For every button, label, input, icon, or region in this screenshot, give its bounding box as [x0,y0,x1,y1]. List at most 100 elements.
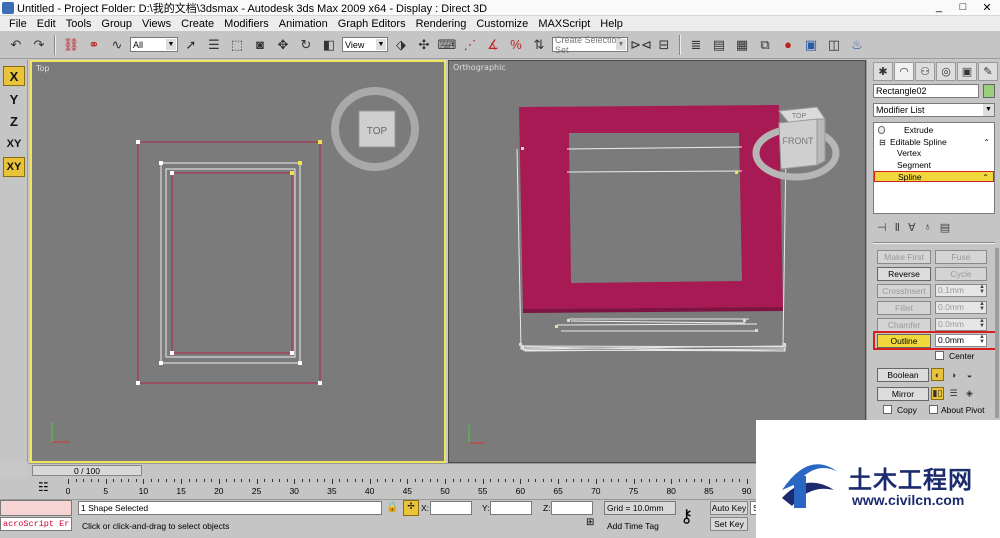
inner-spline[interactable] [171,172,293,354]
maximize-button[interactable]: □ [952,0,974,14]
mirror-horizontal-icon[interactable]: ▮▯ [931,387,944,400]
cross-insert-button[interactable]: CrossInsert [877,284,931,298]
center-checkbox[interactable] [935,351,944,360]
rotate-icon[interactable]: ↻ [296,35,316,55]
stack-item-vertex[interactable]: Vertex [874,148,994,159]
hierarchy-tab-icon[interactable]: ⚇ [915,62,935,81]
menu-animation[interactable]: Animation [274,18,333,30]
lock-icon[interactable]: 🔒 [386,502,398,513]
selected-spline-outer[interactable] [160,162,301,364]
mirror-button[interactable]: Mirror [877,387,929,401]
bind-space-warp-icon[interactable]: ∿ [107,35,127,55]
select-object-icon[interactable]: ➚ [181,35,201,55]
menu-file[interactable]: File [4,18,32,30]
undo-icon[interactable]: ↶ [6,35,26,55]
menu-group[interactable]: Group [96,18,137,30]
menu-modifiers[interactable]: Modifiers [219,18,274,30]
key-icon[interactable]: ⚷ [680,506,693,527]
keyboard-shortcut-icon[interactable]: ⌨ [437,35,457,55]
copy-checkbox[interactable] [883,405,892,414]
make-unique-icon[interactable]: ∀ [908,221,916,234]
viewcube[interactable]: TOP [331,87,419,171]
boolean-subtract-icon[interactable]: ◑ [947,368,960,381]
spinner-arrows-icon[interactable]: ▲ ▼ [978,301,986,313]
align-icon[interactable]: ⊟ [654,35,674,55]
chamfer-spinner[interactable]: 0.0mm ▲ ▼ [935,318,987,331]
outline-spinner[interactable]: 0.0mm ▲ ▼ [935,334,987,347]
add-time-tag[interactable]: Add Time Tag [607,521,659,531]
about-pivot-checkbox[interactable] [929,405,938,414]
spinner-arrows-icon[interactable]: ▲ ▼ [978,318,986,330]
scale-icon[interactable]: ◧ [319,35,339,55]
select-link-icon[interactable]: ⛓ [61,35,81,55]
stack-item-spline[interactable]: Spline ⌃ [874,171,994,182]
redo-icon[interactable]: ↷ [29,35,49,55]
make-first-button[interactable]: Make First [877,250,931,264]
snaps-toggle-icon[interactable]: ⋰ [460,35,480,55]
pin-stack-icon[interactable]: ⊣ [877,221,887,234]
stack-item-segment[interactable]: Segment [874,160,994,171]
boolean-union-icon[interactable]: ◐ [931,368,944,381]
spinner-arrows-icon[interactable]: ▲ ▼ [978,334,986,346]
graphite-icon[interactable]: ▤ [709,35,729,55]
cycle-button[interactable]: Cycle [935,267,987,281]
menu-tools[interactable]: Tools [61,18,97,30]
axis-y-button[interactable]: Y [3,89,25,109]
absolute-mode-icon[interactable]: ✢ [403,500,419,516]
outer-spline[interactable] [137,141,321,384]
selection-filter-dropdown[interactable]: All ▼ [130,37,178,52]
maxscript-listener-field[interactable]: acroScript Er [0,517,72,531]
show-end-result-icon[interactable]: Ⅱ [895,221,900,234]
spinner-arrows-icon[interactable]: ▲ ▼ [978,284,986,296]
named-selection-dropdown[interactable]: Create Selection Set ▼ [552,35,628,55]
menu-create[interactable]: Create [176,18,219,30]
curve-editor-icon[interactable]: ▦ [732,35,752,55]
panel-scrollbar[interactable] [995,248,999,418]
angle-snap-icon[interactable]: ∡ [483,35,503,55]
stack-item-editable-spline[interactable]: ⊟ Editable Spline ⌃ [874,137,994,148]
axis-xy-cycle-button[interactable]: XY [3,157,25,177]
object-name-field[interactable]: Rectangle02 [873,84,979,98]
utilities-tab-icon[interactable]: ✎ [978,62,998,81]
selected-spline-inner[interactable] [165,168,296,358]
create-tab-icon[interactable]: ✱ [873,62,893,81]
orthographic-viewport[interactable]: Orthographic TOP FRONT [448,60,866,463]
window-crossing-icon[interactable]: ◙ [250,35,270,55]
x-coordinate-field[interactable] [430,501,472,515]
percent-snap-icon[interactable]: % [506,35,526,55]
modifier-list-dropdown[interactable]: Modifier List ▼ [873,103,995,117]
time-slider-thumb[interactable]: 0 / 100 [32,465,142,476]
maxscript-listener-top[interactable] [0,500,72,516]
mirror-icon[interactable]: ⊳⊲ [630,35,652,55]
motion-tab-icon[interactable]: ◎ [936,62,956,81]
object-color-swatch[interactable] [983,84,995,98]
render-setup-icon[interactable]: ▣ [801,35,821,55]
rendered-frame-icon[interactable]: ◫ [824,35,844,55]
select-by-name-icon[interactable]: ☰ [204,35,224,55]
pivot-center-icon[interactable]: ⬗ [391,35,411,55]
render-teapot-icon[interactable]: ♨ [847,35,867,55]
fuse-button[interactable]: Fuse [935,250,987,264]
axis-x-button[interactable]: X [3,66,25,86]
menu-maxscript[interactable]: MAXScript [533,18,595,30]
reverse-button[interactable]: Reverse [877,267,931,281]
move-icon[interactable]: ✥ [273,35,293,55]
unlink-icon[interactable]: ⚭ [84,35,104,55]
mirror-vertical-icon[interactable]: ☰ [947,387,960,400]
display-tab-icon[interactable]: ▣ [957,62,977,81]
axis-z-button[interactable]: Z [3,111,25,131]
material-editor-icon[interactable]: ● [778,35,798,55]
menu-edit[interactable]: Edit [32,18,61,30]
close-button[interactable]: ✕ [976,0,998,14]
fillet-spinner[interactable]: 0.0mm ▲ ▼ [935,301,987,314]
collapse-icon[interactable]: ⊟ [879,137,886,148]
outline-button[interactable]: Outline [877,334,931,348]
cross-insert-spinner[interactable]: 0.1mm ▲ ▼ [935,284,987,297]
axis-xy-button[interactable]: XY [3,134,25,154]
configure-sets-icon[interactable]: ▤ [940,221,950,234]
menu-rendering[interactable]: Rendering [411,18,472,30]
extruded-frame[interactable] [519,105,783,309]
minimize-button[interactable]: _ [928,0,950,14]
chamfer-button[interactable]: Chamfer [877,318,931,332]
z-coordinate-field[interactable] [551,501,593,515]
